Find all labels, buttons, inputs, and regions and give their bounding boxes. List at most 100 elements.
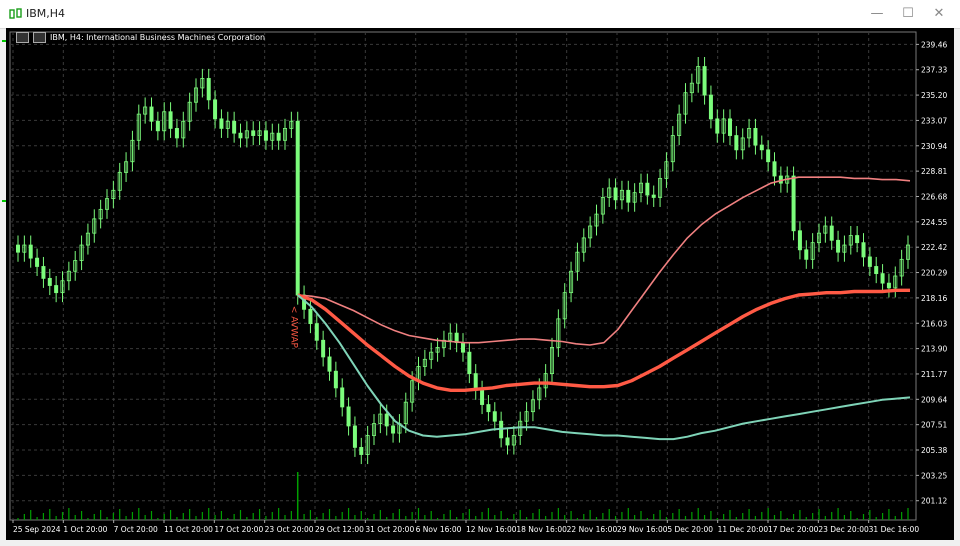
y-tick-label: 205.38 [921, 446, 947, 455]
candle-body [886, 282, 891, 289]
candle-body [263, 130, 268, 141]
plot-border [9, 31, 917, 521]
candle-body [41, 266, 46, 279]
candle-body [759, 144, 764, 151]
candle-body [766, 149, 771, 163]
candle-body [340, 387, 345, 408]
x-tick-label: 5 Dec 20:00 [667, 525, 713, 534]
price-chart[interactable]: 239.46 237.33 235.20 233.07 230.94 228.81 226.… [6, 28, 954, 540]
candle-body [829, 225, 834, 241]
y-tick-label: 216.03 [921, 319, 947, 328]
candle-body [276, 132, 281, 141]
candle-body [702, 66, 707, 96]
y-tick-label: 235.20 [921, 91, 947, 100]
candle-body [149, 106, 154, 122]
candle-body [232, 120, 237, 134]
x-tick-label: 31 Dec 16:00 [869, 525, 920, 534]
x-tick-label: 17 Dec 20:00 [768, 525, 819, 534]
candle-body [505, 437, 510, 446]
y-tick-label: 207.51 [921, 421, 947, 430]
candle-body [352, 425, 357, 448]
symbol-flag-icon [16, 32, 29, 43]
window-titlebar: IBM,H4 — ☐ ✕ [0, 0, 960, 29]
candle-body [613, 187, 618, 201]
y-tick-label: 237.33 [921, 66, 947, 75]
candle-body [874, 266, 879, 275]
y-tick-label: 209.64 [921, 395, 947, 404]
candle-body [15, 244, 20, 253]
candle-body [836, 239, 841, 253]
candle-body [708, 94, 713, 120]
app-chart-icon [9, 8, 22, 19]
y-tick-label: 224.55 [921, 218, 947, 227]
chart-header: IBM, H4: International Business Machines… [16, 32, 265, 43]
candle-body [35, 257, 40, 267]
x-tick-label: 23 Dec 20:00 [818, 525, 869, 534]
x-tick-label: 31 Oct 20:00 [365, 525, 414, 534]
candle-body [295, 120, 300, 296]
window-title: IBM,H4 [26, 7, 66, 20]
x-tick-label: 11 Oct 20:00 [164, 525, 213, 534]
candle-body [645, 182, 650, 196]
candle-body [219, 118, 224, 129]
candle-body [333, 370, 338, 389]
y-tick-label: 201.12 [921, 497, 947, 506]
candle-body [492, 411, 497, 422]
x-tick-label: 17 Oct 20:00 [214, 525, 263, 534]
candle-body [772, 161, 777, 177]
candle-body [213, 99, 218, 120]
y-tick-label: 220.29 [921, 269, 947, 278]
y-tick-label: 239.46 [921, 40, 947, 49]
candle-body [174, 128, 179, 139]
candle-body [715, 118, 720, 134]
candle-body [54, 285, 59, 294]
x-tick-label: 12 Nov 16:00 [466, 525, 517, 534]
candle-body [308, 308, 313, 325]
candle-body [804, 249, 809, 260]
y-tick-label: 218.16 [921, 294, 947, 303]
x-tick-label: 29 Oct 12:00 [315, 525, 364, 534]
candle-body [480, 389, 485, 405]
candle-body [728, 118, 733, 136]
candle-body [867, 256, 872, 267]
candle-body [486, 404, 491, 413]
candle-body [651, 194, 656, 198]
candle-body [238, 132, 243, 139]
candle-body [880, 273, 885, 284]
candle-body [206, 78, 211, 101]
y-tick-label: 211.77 [921, 370, 947, 379]
x-tick-label: 29 Nov 16:00 [617, 525, 668, 534]
candle-body [327, 356, 332, 372]
y-tick-label: 228.81 [921, 167, 947, 176]
x-tick-label: 23 Oct 20:00 [265, 525, 314, 534]
candle-body [321, 339, 326, 358]
chart-area[interactable]: 239.46 237.33 235.20 233.07 230.94 228.81 226.… [6, 28, 954, 540]
candle-body [753, 128, 758, 146]
x-tick-label: 1 Oct 20:00 [63, 525, 107, 534]
candle-body [734, 135, 739, 151]
candle-body [314, 323, 319, 341]
avwap-label: < AVWAP [289, 306, 299, 349]
candle-body [626, 189, 631, 203]
candle-body [384, 413, 389, 427]
chart-type-icon [33, 32, 46, 43]
candle-body [359, 446, 364, 455]
candle-body [28, 244, 33, 259]
x-tick-label: 25 Sep 2024 [13, 525, 61, 534]
candle-body [47, 277, 52, 286]
y-tick-label: 222.42 [921, 243, 947, 252]
candle-body [460, 342, 465, 353]
x-tick-label: 7 Oct 20:00 [114, 525, 158, 534]
close-button[interactable]: ✕ [924, 4, 954, 24]
candle-body [861, 242, 866, 258]
minimize-button[interactable]: — [862, 4, 892, 24]
y-tick-label: 226.68 [921, 192, 947, 201]
y-tick-label: 230.94 [921, 142, 947, 151]
y-tick-label: 233.07 [921, 116, 947, 125]
candle-body [346, 406, 351, 427]
maximize-button[interactable]: ☐ [893, 4, 923, 24]
y-tick-label: 203.25 [921, 471, 947, 480]
candle-body [391, 425, 396, 434]
x-tick-label: 6 Nov 16:00 [416, 525, 462, 534]
candle-body [797, 230, 802, 251]
